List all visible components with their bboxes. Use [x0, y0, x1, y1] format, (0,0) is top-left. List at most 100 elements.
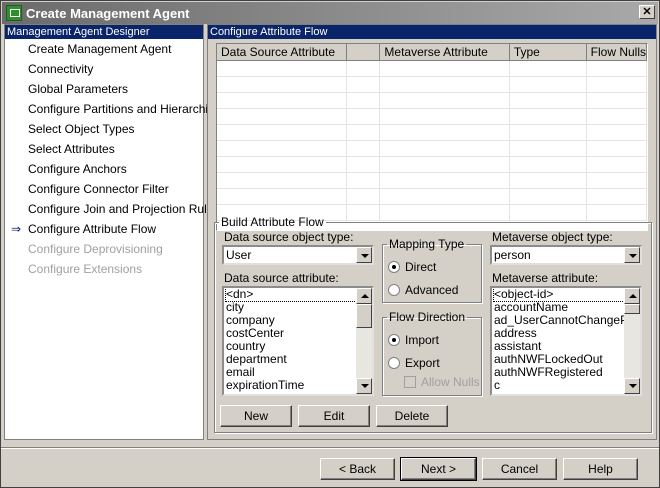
new-button[interactable]: New — [220, 405, 292, 427]
nav-item[interactable]: Create Management Agent — [5, 39, 203, 59]
nav-item[interactable]: Select Attributes — [5, 139, 203, 159]
mv-object-type-value: person — [494, 248, 531, 262]
nav-item[interactable]: Global Parameters — [5, 79, 203, 99]
list-item[interactable]: c — [494, 379, 640, 392]
chevron-down-icon[interactable] — [624, 247, 640, 263]
nav-item[interactable]: Connectivity — [5, 59, 203, 79]
nav-item-label: Configure Connector Filter — [28, 182, 169, 196]
list-item[interactable]: ad_UserCannotChangePass — [494, 314, 640, 327]
radio-selected-icon — [388, 334, 400, 346]
col-flow-nulls[interactable]: Flow Nulls — [586, 44, 648, 61]
grid-cell — [586, 156, 648, 173]
help-button[interactable]: Help — [563, 458, 638, 480]
col-direction[interactable] — [346, 44, 381, 61]
scroll-thumb[interactable] — [356, 304, 372, 328]
ds-attribute-scrollbar[interactable] — [356, 288, 372, 394]
nav-item-label: Select Attributes — [28, 142, 115, 156]
nav-item-label: Configure Extensions — [28, 262, 143, 276]
flow-import-radio[interactable]: Import — [388, 333, 439, 347]
list-item[interactable]: authNWFLockedOut — [494, 353, 640, 366]
scroll-up-icon[interactable] — [356, 288, 372, 304]
grid-cell — [379, 92, 510, 109]
grid-cell — [509, 172, 587, 189]
scroll-down-icon[interactable] — [624, 378, 640, 394]
grid-cell — [379, 172, 510, 189]
col-metaverse-attribute[interactable]: Metaverse Attribute — [379, 44, 510, 61]
grid-cell — [217, 108, 348, 125]
list-item[interactable]: department — [226, 353, 372, 366]
list-item[interactable]: authNWFRegistered — [494, 366, 640, 379]
ds-attribute-list[interactable]: <dn> city company costCenter country departme… — [222, 286, 374, 396]
list-item[interactable]: assistant — [494, 340, 640, 353]
grid-cell — [586, 60, 648, 77]
allow-nulls-label: Allow Nulls — [421, 375, 480, 389]
grid-cell — [379, 124, 510, 141]
nav-item[interactable]: Configure Anchors — [5, 159, 203, 179]
close-button[interactable]: ✕ — [639, 5, 655, 19]
grid-cell — [379, 188, 510, 205]
list-item[interactable]: expirationTime — [226, 379, 372, 392]
nav-item[interactable]: ⇒ Configure Attribute Flow — [5, 219, 203, 239]
designer-nav-panel: Management Agent Designer Create Managem… — [4, 24, 221, 440]
mv-object-type-label: Metaverse object type: — [492, 230, 613, 244]
next-button[interactable]: Next > — [400, 457, 477, 481]
list-item[interactable]: city — [226, 301, 372, 314]
grid-cell — [379, 76, 510, 93]
grid-cell — [217, 140, 348, 157]
grid-cell — [509, 76, 587, 93]
chevron-down-icon[interactable] — [356, 247, 372, 263]
grid-empty-row — [217, 60, 648, 77]
nav-item-label: Configure Attribute Flow — [28, 222, 157, 236]
edit-button[interactable]: Edit — [298, 405, 370, 427]
grid-cell — [346, 188, 381, 205]
list-item[interactable]: costCenter — [226, 327, 372, 340]
col-type[interactable]: Type — [509, 44, 587, 61]
flow-export-radio[interactable]: Export — [388, 356, 440, 370]
list-item[interactable]: email — [226, 366, 372, 379]
nav-item-label: Configure Partitions and Hierarchies — [28, 102, 221, 116]
mapping-type-legend: Mapping Type — [389, 237, 465, 251]
radio-unselected-icon — [388, 284, 400, 296]
allow-nulls-checkbox[interactable]: Allow Nulls — [404, 375, 480, 389]
nav-item[interactable]: Configure Partitions and Hierarchies — [5, 99, 221, 119]
col-data-source-attribute[interactable]: Data Source Attribute — [217, 44, 348, 61]
list-item[interactable]: <object-id> — [493, 288, 640, 302]
ds-object-type-label: Data source object type: — [224, 230, 354, 244]
scroll-down-icon[interactable] — [356, 378, 372, 394]
scroll-up-icon[interactable] — [624, 288, 640, 304]
footer-separator — [1, 447, 659, 449]
list-item[interactable]: company — [226, 314, 372, 327]
mapping-advanced-label: Advanced — [405, 283, 459, 297]
mv-attribute-list[interactable]: <object-id> accountName ad_UserCannotChang… — [490, 286, 642, 396]
flow-direction-legend: Flow Direction — [389, 310, 466, 324]
cancel-button[interactable]: Cancel — [482, 458, 557, 480]
checkbox-icon — [404, 376, 416, 388]
mapping-direct-radio[interactable]: Direct — [388, 260, 436, 274]
grid-cell — [509, 108, 587, 125]
grid-cell — [586, 76, 648, 93]
flow-export-label: Export — [405, 356, 440, 370]
nav-item[interactable]: Configure Join and Projection Rules — [5, 199, 219, 219]
mv-object-type-select[interactable]: person — [490, 245, 642, 265]
mv-attribute-scrollbar[interactable] — [624, 288, 640, 394]
list-item[interactable]: <dn> — [225, 288, 372, 302]
list-item[interactable]: country — [226, 340, 372, 353]
nav-item[interactable]: Select Object Types — [5, 119, 203, 139]
grid-cell — [509, 124, 587, 141]
list-item[interactable]: accountName — [494, 301, 640, 314]
scroll-thumb[interactable] — [624, 304, 640, 314]
grid-cell — [217, 124, 348, 141]
ds-object-type-select[interactable]: User — [222, 245, 374, 265]
grid-cell — [346, 140, 381, 157]
nav-item-label: Select Object Types — [28, 122, 135, 136]
back-button[interactable]: < Back — [320, 458, 395, 480]
delete-button[interactable]: Delete — [376, 405, 448, 427]
list-item[interactable]: address — [494, 327, 640, 340]
attribute-flow-grid[interactable]: Data Source Attribute Metaverse Attribut… — [216, 43, 648, 231]
nav-item-label: Connectivity — [28, 62, 94, 76]
nav-item[interactable]: Configure Connector Filter — [5, 179, 203, 199]
grid-empty-row — [217, 124, 648, 141]
grid-cell — [586, 124, 648, 141]
mapping-advanced-radio[interactable]: Advanced — [388, 283, 458, 297]
grid-cell — [346, 76, 381, 93]
